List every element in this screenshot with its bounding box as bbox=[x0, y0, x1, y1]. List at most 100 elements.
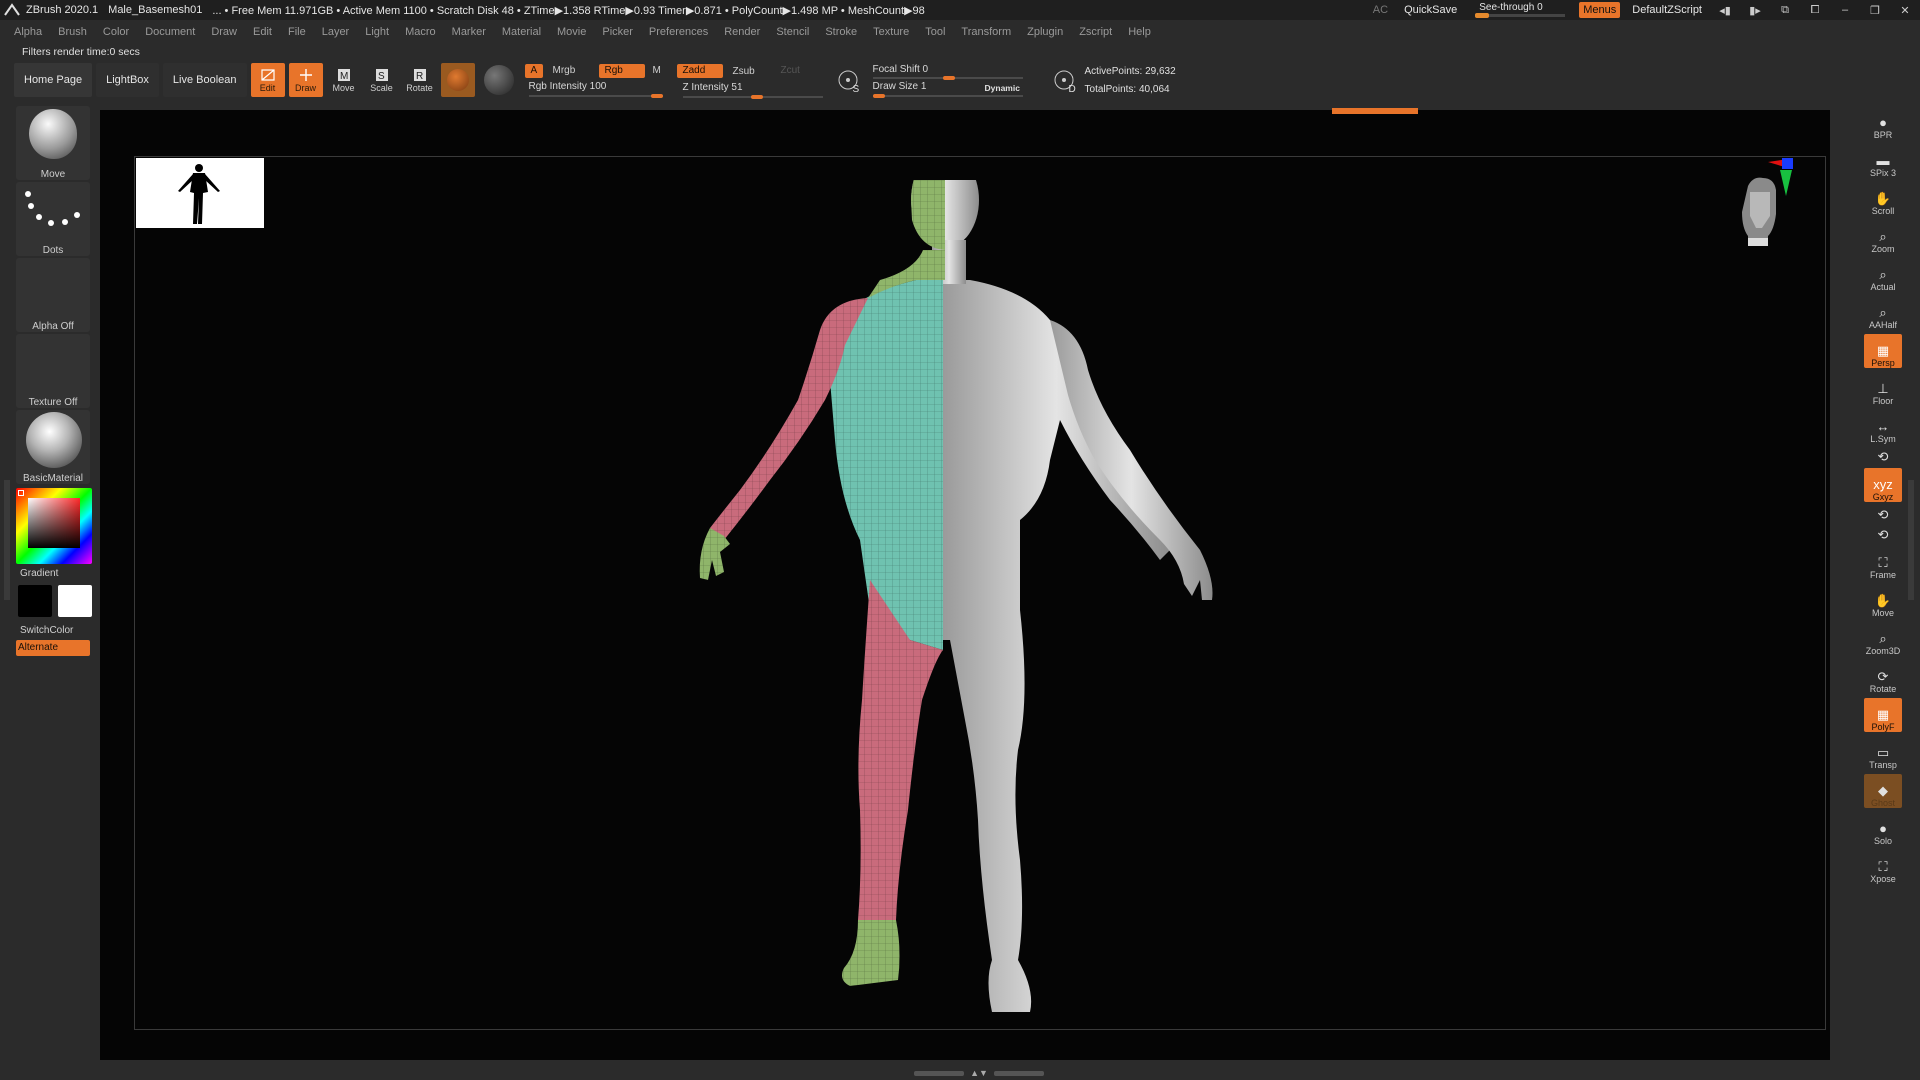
menu-stroke[interactable]: Stroke bbox=[825, 26, 857, 38]
persp-button[interactable]: ▦ Persp bbox=[1864, 334, 1902, 368]
floor-button[interactable]: ⊥ Floor bbox=[1864, 372, 1902, 407]
menu-material[interactable]: Material bbox=[502, 26, 541, 38]
color-picker[interactable] bbox=[16, 486, 92, 564]
menu-brush[interactable]: Brush bbox=[58, 26, 87, 38]
zcut-toggle[interactable]: Zcut bbox=[775, 64, 806, 78]
rotate-button[interactable]: ⟳ Rotate bbox=[1864, 660, 1902, 695]
menu-zplugin[interactable]: Zplugin bbox=[1027, 26, 1063, 38]
draw-size-knob[interactable] bbox=[872, 94, 885, 98]
menu-preferences[interactable]: Preferences bbox=[649, 26, 708, 38]
window-swap-icon[interactable]: ⧉ bbox=[1776, 3, 1794, 17]
scroll-button[interactable]: ✋ Scroll bbox=[1864, 182, 1902, 217]
quicksave-button[interactable]: QuickSave bbox=[1404, 4, 1457, 16]
home-page-button[interactable]: Home Page bbox=[14, 63, 93, 97]
zadd-toggle[interactable]: Zadd bbox=[676, 64, 723, 78]
minimize-icon[interactable]: – bbox=[1836, 3, 1854, 17]
rgb-toggle[interactable]: Rgb bbox=[598, 64, 645, 78]
saturation-value-square[interactable] bbox=[28, 498, 80, 548]
move-button[interactable]: M Move bbox=[327, 63, 361, 97]
switchcolor-label[interactable]: SwitchColor bbox=[20, 625, 92, 636]
menu-help[interactable]: Help bbox=[1128, 26, 1151, 38]
menu-zscript[interactable]: Zscript bbox=[1079, 26, 1112, 38]
focal-shift-knob[interactable] bbox=[942, 76, 955, 80]
menu-light[interactable]: Light bbox=[365, 26, 389, 38]
a-toggle[interactable]: A bbox=[524, 64, 544, 78]
bottom-tray-handle[interactable]: ▲▼ bbox=[914, 1068, 1044, 1078]
polyf-button[interactable]: ▦ PolyF bbox=[1864, 698, 1902, 732]
menu-transform[interactable]: Transform bbox=[961, 26, 1011, 38]
alternate-button[interactable]: Alternate bbox=[16, 640, 90, 656]
male-basemesh-model[interactable] bbox=[640, 152, 1260, 1030]
menu-file[interactable]: File bbox=[288, 26, 306, 38]
zoom-button[interactable]: ⌕ Zoom bbox=[1864, 220, 1902, 255]
brush-selector[interactable]: Move bbox=[16, 106, 90, 180]
right-tray-handle[interactable] bbox=[1908, 480, 1914, 600]
draw-size-track[interactable] bbox=[872, 95, 1023, 97]
spix-3-button[interactable]: ▬ SPix 3 bbox=[1864, 144, 1902, 179]
live-boolean-button[interactable]: Live Boolean bbox=[162, 63, 247, 97]
secondary-color-swatch[interactable] bbox=[18, 585, 52, 617]
menu-render[interactable]: Render bbox=[724, 26, 760, 38]
scale-button[interactable]: S Scale bbox=[365, 63, 399, 97]
zoom3d-button[interactable]: ⌕ Zoom3D bbox=[1864, 622, 1902, 657]
menu-tool[interactable]: Tool bbox=[925, 26, 945, 38]
menu-picker[interactable]: Picker bbox=[602, 26, 633, 38]
menu-color[interactable]: Color bbox=[103, 26, 129, 38]
draw-button[interactable]: Draw bbox=[288, 63, 323, 97]
maximize-icon[interactable]: ❐ bbox=[1866, 3, 1884, 17]
window-restore-small-icon[interactable]: ⧠ bbox=[1806, 3, 1824, 17]
zsub-toggle[interactable]: Zsub bbox=[727, 65, 761, 79]
default-zscript-button[interactable]: DefaultZScript bbox=[1632, 4, 1702, 16]
alpha-selector[interactable]: Alpha Off bbox=[16, 258, 90, 332]
rgb-intensity-knob[interactable] bbox=[650, 94, 663, 98]
rgb-intensity-track[interactable] bbox=[528, 95, 663, 97]
mrgb-toggle[interactable]: Mrgb bbox=[547, 64, 582, 78]
menu-edit[interactable]: Edit bbox=[253, 26, 272, 38]
menu-movie[interactable]: Movie bbox=[557, 26, 586, 38]
ghost-button[interactable]: ◆ Ghost bbox=[1864, 774, 1902, 808]
tool-12-button[interactable]: ⟲ bbox=[1864, 526, 1902, 542]
layout-right-icon[interactable]: ▮▸ bbox=[1746, 3, 1764, 17]
transp-button[interactable]: ▭ Transp bbox=[1864, 736, 1902, 771]
rotate-button[interactable]: R Rotate bbox=[403, 63, 437, 97]
z-intensity-knob[interactable] bbox=[750, 95, 763, 99]
menu-stencil[interactable]: Stencil bbox=[776, 26, 809, 38]
move-button[interactable]: ✋ Move bbox=[1864, 584, 1902, 619]
menus-button[interactable]: Menus bbox=[1579, 2, 1621, 18]
left-tray-handle[interactable] bbox=[4, 480, 10, 600]
tool-11-button[interactable]: ⟲ bbox=[1864, 506, 1902, 522]
frame-button[interactable]: ⛶ Frame bbox=[1864, 546, 1902, 581]
gradient-label[interactable]: Gradient bbox=[20, 568, 92, 579]
menu-document[interactable]: Document bbox=[145, 26, 195, 38]
lightbox-button[interactable]: LightBox bbox=[96, 63, 159, 97]
material-mode-button[interactable] bbox=[440, 63, 475, 97]
edit-button[interactable]: Edit bbox=[250, 63, 285, 97]
menu-draw[interactable]: Draw bbox=[211, 26, 237, 38]
navigation-gizmo[interactable] bbox=[1720, 156, 1830, 286]
seethrough-knob[interactable] bbox=[1475, 13, 1490, 18]
menu-macro[interactable]: Macro bbox=[405, 26, 436, 38]
tool-9-button[interactable]: ⟲ bbox=[1864, 448, 1902, 464]
gxyz-button[interactable]: xyz Gxyz bbox=[1864, 468, 1902, 502]
solo-button[interactable]: ● Solo bbox=[1864, 812, 1902, 847]
ac-indicator[interactable]: AC bbox=[1373, 4, 1388, 16]
l-sym-button[interactable]: ↔ L.Sym bbox=[1864, 410, 1902, 445]
actual-button[interactable]: ⌕ Actual bbox=[1864, 258, 1902, 293]
primary-color-swatch[interactable] bbox=[58, 585, 92, 617]
silhouette-thumbnail[interactable] bbox=[136, 158, 264, 228]
menu-layer[interactable]: Layer bbox=[322, 26, 350, 38]
stroke-selector[interactable]: Dots bbox=[16, 182, 90, 256]
texture-selector[interactable]: Texture Off bbox=[16, 334, 90, 408]
bpr-button[interactable]: ● BPR bbox=[1864, 106, 1902, 141]
close-icon[interactable]: ✕ bbox=[1896, 3, 1914, 17]
dynamic-toggle[interactable]: Dynamic bbox=[985, 83, 1020, 93]
menu-texture[interactable]: Texture bbox=[873, 26, 909, 38]
layout-left-icon[interactable]: ◂▮ bbox=[1716, 3, 1734, 17]
xpose-button[interactable]: ⛶ Xpose bbox=[1864, 850, 1902, 885]
aahalf-button[interactable]: ⌕ AAHalf bbox=[1864, 296, 1902, 331]
menu-alpha[interactable]: Alpha bbox=[14, 26, 42, 38]
m-toggle[interactable]: M bbox=[647, 64, 667, 78]
gyro-sphere-icon[interactable] bbox=[483, 65, 514, 95]
material-selector[interactable]: BasicMaterial bbox=[16, 410, 90, 484]
menu-marker[interactable]: Marker bbox=[452, 26, 486, 38]
